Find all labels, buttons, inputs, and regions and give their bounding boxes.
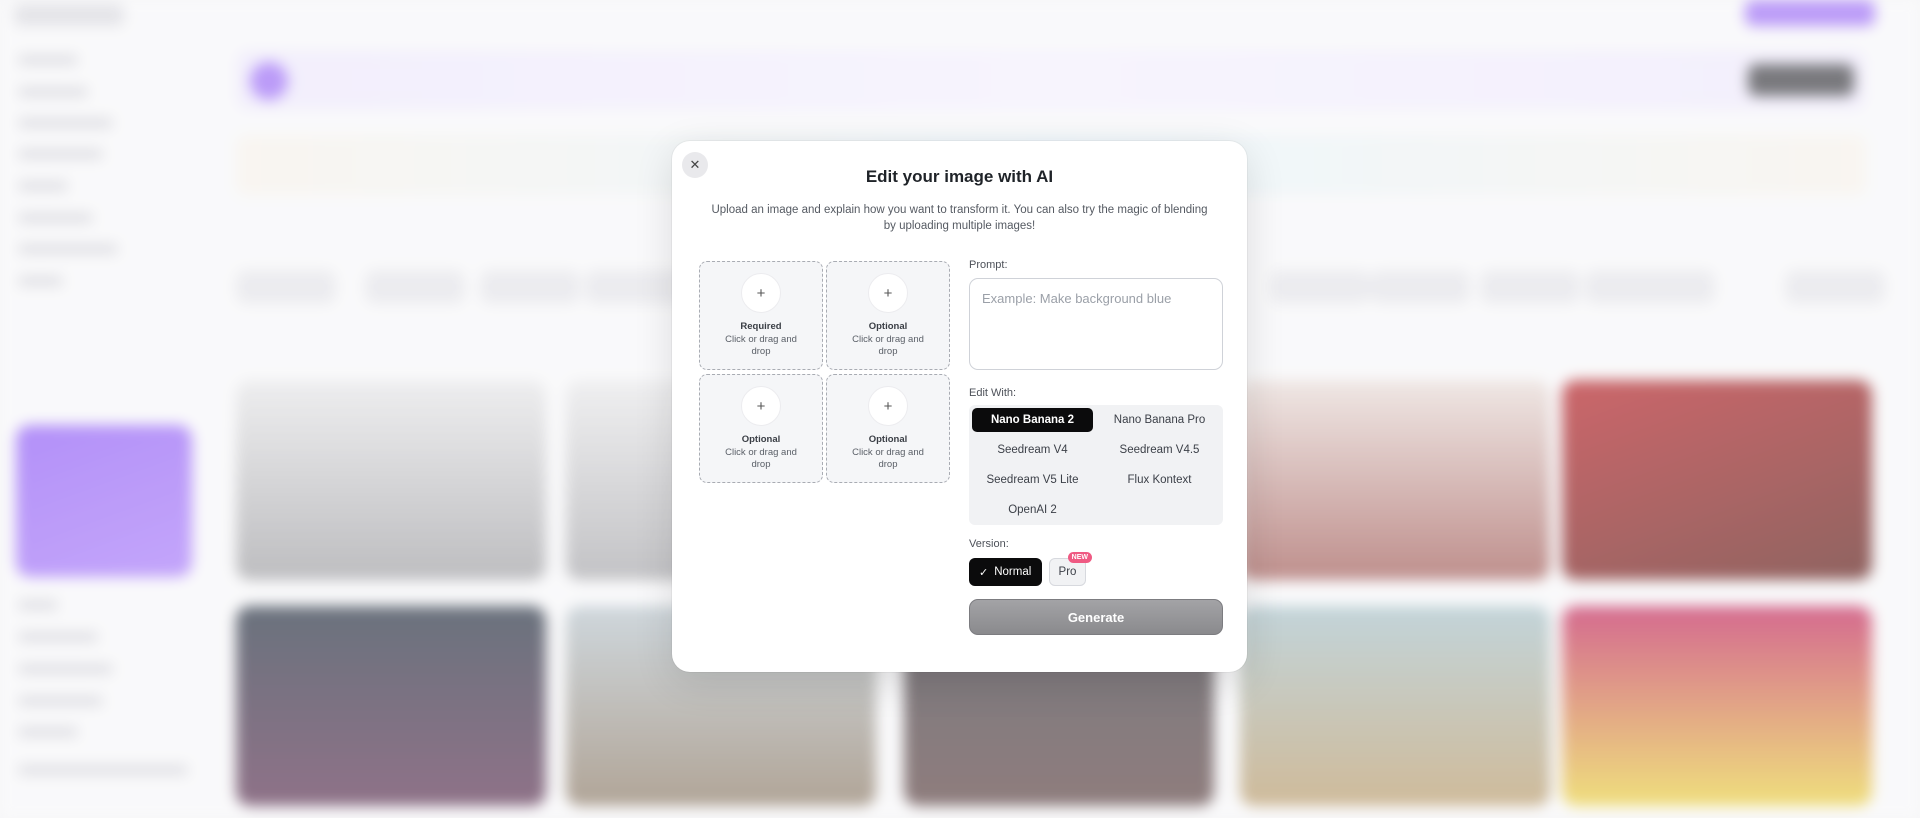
version-pro-label: Pro [1058,566,1077,578]
image-upload-grid: + Required Click or drag and drop + Opti… [699,261,950,483]
plus-icon: + [741,386,781,426]
version-normal-label: Normal [994,566,1032,578]
modal-subtitle: Upload an image and explain how you want… [711,204,1208,232]
model-option-seedream-v4-5[interactable]: Seedream V4.5 [1099,438,1220,462]
upload-slot-hint: Click or drag and drop [852,447,924,470]
check-icon: ✓ [979,566,989,579]
version-pro-button[interactable]: Pro NEW [1049,552,1092,586]
upload-slot-optional[interactable]: + Optional Click or drag and drop [826,374,950,483]
edit-image-modal: ✕ Edit your image with AI Upload an imag… [672,141,1247,672]
prompt-input[interactable] [969,278,1223,370]
new-badge: NEW [1067,552,1092,563]
upload-slot-optional[interactable]: + Optional Click or drag and drop [699,374,823,483]
model-selector: Nano Banana 2 Nano Banana Pro Seedream V… [969,405,1223,525]
model-option-seedream-v5-lite[interactable]: Seedream V5 Lite [972,468,1093,492]
plus-icon: + [868,273,908,313]
version-normal-button[interactable]: ✓ Normal [969,558,1042,586]
model-option-flux-kontext[interactable]: Flux Kontext [1099,468,1220,492]
edit-with-label: Edit With: [969,387,1017,399]
model-option-nano-banana-pro[interactable]: Nano Banana Pro [1099,408,1220,432]
plus-icon: + [741,273,781,313]
upload-slot-required[interactable]: + Required Click or drag and drop [699,261,823,370]
prompt-label: Prompt: [969,259,1008,271]
generate-button[interactable]: Generate [969,599,1223,635]
upload-slot-label: Optional [741,434,781,445]
upload-slot-optional[interactable]: + Optional Click or drag and drop [826,261,950,370]
upload-slot-label: Required [740,321,782,332]
upload-slot-label: Optional [868,434,908,445]
upload-slot-hint: Click or drag and drop [852,334,924,357]
edit-settings-panel: Prompt: Edit With: Nano Banana 2 Nano Ba… [969,259,1223,635]
upload-slot-hint: Click or drag and drop [725,334,797,357]
version-label: Version: [969,538,1009,550]
version-selector: ✓ Normal Pro NEW [969,552,1223,586]
model-option-nano-banana-2[interactable]: Nano Banana 2 [972,408,1093,432]
model-option-openai-2[interactable]: OpenAI 2 [972,498,1093,522]
modal-title: Edit your image with AI [865,167,1054,186]
upload-slot-label: Optional [868,321,908,332]
model-option-seedream-v4[interactable]: Seedream V4 [972,438,1093,462]
upload-slot-hint: Click or drag and drop [725,447,797,470]
plus-icon: + [868,386,908,426]
